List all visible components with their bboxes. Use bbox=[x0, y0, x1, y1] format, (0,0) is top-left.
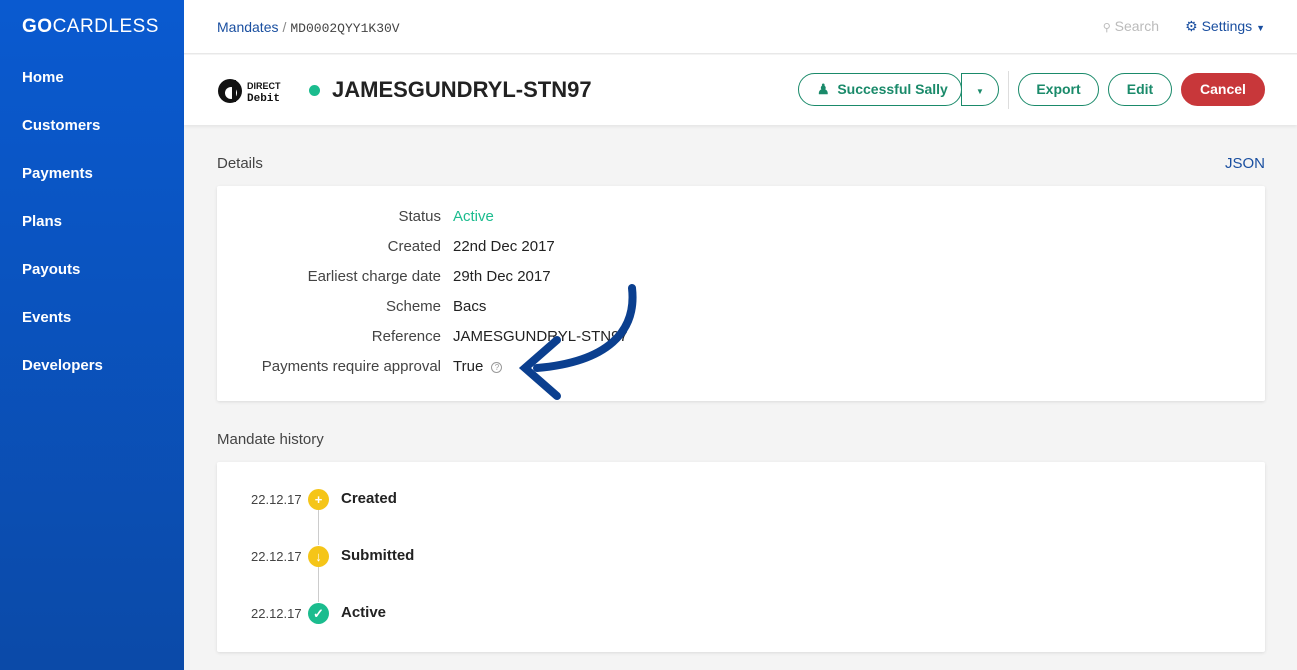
history-date: 22.12.17 bbox=[251, 606, 302, 621]
sidebar-item-plans[interactable]: Plans bbox=[22, 212, 103, 260]
cancel-button[interactable]: Cancel bbox=[1181, 73, 1265, 106]
customer-button[interactable]: ♟ Successful Sally bbox=[798, 73, 962, 106]
gear-icon: ⚙ bbox=[1185, 18, 1198, 34]
sidebar: GOCARDLESS Home Customers Payments Plans… bbox=[0, 0, 184, 670]
settings-label: Settings bbox=[1201, 18, 1253, 34]
plus-icon: + bbox=[308, 489, 329, 510]
history-label: Submitted bbox=[341, 547, 415, 564]
customer-button-label: Successful Sally bbox=[837, 81, 948, 97]
detail-key: Scheme bbox=[385, 298, 441, 315]
history-card: 22.12.17 + Created 22.12.17 ↓ Submitted 22.1… bbox=[217, 462, 1265, 652]
detail-key: Earliest charge date bbox=[307, 268, 441, 285]
detail-row-approval: Payments require approval True ? bbox=[217, 358, 1265, 378]
sidebar-item-events[interactable]: Events bbox=[22, 308, 103, 356]
annotation-arrow-icon bbox=[518, 284, 637, 400]
history-date: 22.12.17 bbox=[251, 549, 302, 564]
detail-row-created: Created 22nd Dec 2017 bbox=[217, 238, 1265, 258]
user-icon: ♟ bbox=[817, 81, 830, 97]
json-link[interactable]: JSON bbox=[1225, 155, 1265, 172]
breadcrumb-mandate-id: MD0002QYY1K30V bbox=[290, 21, 400, 36]
logo-bold: GO bbox=[22, 16, 53, 37]
caret-down-icon: ▼ bbox=[976, 87, 984, 96]
sidebar-item-developers[interactable]: Developers bbox=[22, 356, 103, 404]
history-item: 22.12.17 ↓ Submitted bbox=[217, 545, 617, 569]
arrow-down-icon: ↓ bbox=[308, 546, 329, 567]
approval-value: True bbox=[453, 358, 484, 375]
detail-value: True ? bbox=[453, 358, 503, 375]
detail-row-status: Status Active bbox=[217, 208, 1265, 228]
detail-key: Created bbox=[387, 238, 441, 255]
history-heading: Mandate history bbox=[217, 431, 324, 448]
detail-row-reference: Reference JAMESGUNDRYL-STN97 bbox=[217, 328, 1265, 348]
history-label: Active bbox=[341, 604, 387, 621]
search-placeholder: Search bbox=[1114, 18, 1159, 34]
direct-debit-logo: DIRECT Debit bbox=[218, 79, 281, 105]
detail-value: Active bbox=[453, 208, 494, 225]
search-input[interactable]: ⚲ Search bbox=[1103, 18, 1159, 34]
export-button[interactable]: Export bbox=[1018, 73, 1099, 106]
edit-button[interactable]: Edit bbox=[1108, 73, 1172, 106]
breadcrumb-mandates-link[interactable]: Mandates bbox=[217, 19, 278, 35]
help-icon[interactable]: ? bbox=[491, 361, 503, 373]
sidebar-nav: Home Customers Payments Plans Payouts Ev… bbox=[22, 68, 103, 404]
detail-key: Reference bbox=[371, 328, 441, 345]
timeline-connector bbox=[318, 510, 319, 545]
topbar: Mandates / MD0002QYY1K30V ⚲ Search ⚙ Setti… bbox=[184, 0, 1297, 54]
settings-menu[interactable]: ⚙ Settings ▼ bbox=[1185, 18, 1265, 35]
details-card: Status Active Created 22nd Dec 2017 Earlie… bbox=[217, 186, 1265, 401]
breadcrumb: Mandates / MD0002QYY1K30V bbox=[217, 19, 400, 36]
detail-value: Bacs bbox=[453, 298, 487, 315]
logo[interactable]: GOCARDLESS bbox=[22, 16, 159, 38]
svg-text:Debit: Debit bbox=[247, 93, 280, 105]
history-item: 22.12.17 + Created bbox=[217, 488, 617, 512]
page-header: DIRECT Debit JAMESGUNDRYL-STN97 ♟ Succes… bbox=[184, 55, 1297, 125]
detail-row-scheme: Scheme Bacs bbox=[217, 298, 1265, 318]
sidebar-item-customers[interactable]: Customers bbox=[22, 116, 103, 164]
svg-text:DIRECT: DIRECT bbox=[247, 81, 281, 91]
sidebar-item-payouts[interactable]: Payouts bbox=[22, 260, 103, 308]
breadcrumb-separator: / bbox=[282, 19, 287, 35]
detail-value: 22nd Dec 2017 bbox=[453, 238, 555, 255]
history-label: Created bbox=[341, 490, 397, 507]
details-heading: Details bbox=[217, 155, 263, 172]
caret-down-icon: ▼ bbox=[1256, 23, 1265, 33]
detail-key: Payments require approval bbox=[261, 358, 441, 375]
status-dot bbox=[309, 85, 320, 96]
timeline-connector bbox=[318, 567, 319, 602]
check-icon: ✓ bbox=[308, 603, 329, 624]
search-icon: ⚲ bbox=[1102, 22, 1111, 34]
history-date: 22.12.17 bbox=[251, 492, 302, 507]
divider bbox=[1008, 71, 1009, 109]
customer-dropdown-toggle[interactable]: ▼ bbox=[961, 73, 999, 106]
detail-row-earliest-charge: Earliest charge date 29th Dec 2017 bbox=[217, 268, 1265, 288]
history-item: 22.12.17 ✓ Active bbox=[217, 602, 617, 626]
sidebar-item-home[interactable]: Home bbox=[22, 68, 103, 116]
detail-key: Status bbox=[398, 208, 441, 225]
sidebar-item-payments[interactable]: Payments bbox=[22, 164, 103, 212]
logo-rest: CARDLESS bbox=[52, 16, 159, 37]
page-title: JAMESGUNDRYL-STN97 bbox=[332, 77, 592, 102]
